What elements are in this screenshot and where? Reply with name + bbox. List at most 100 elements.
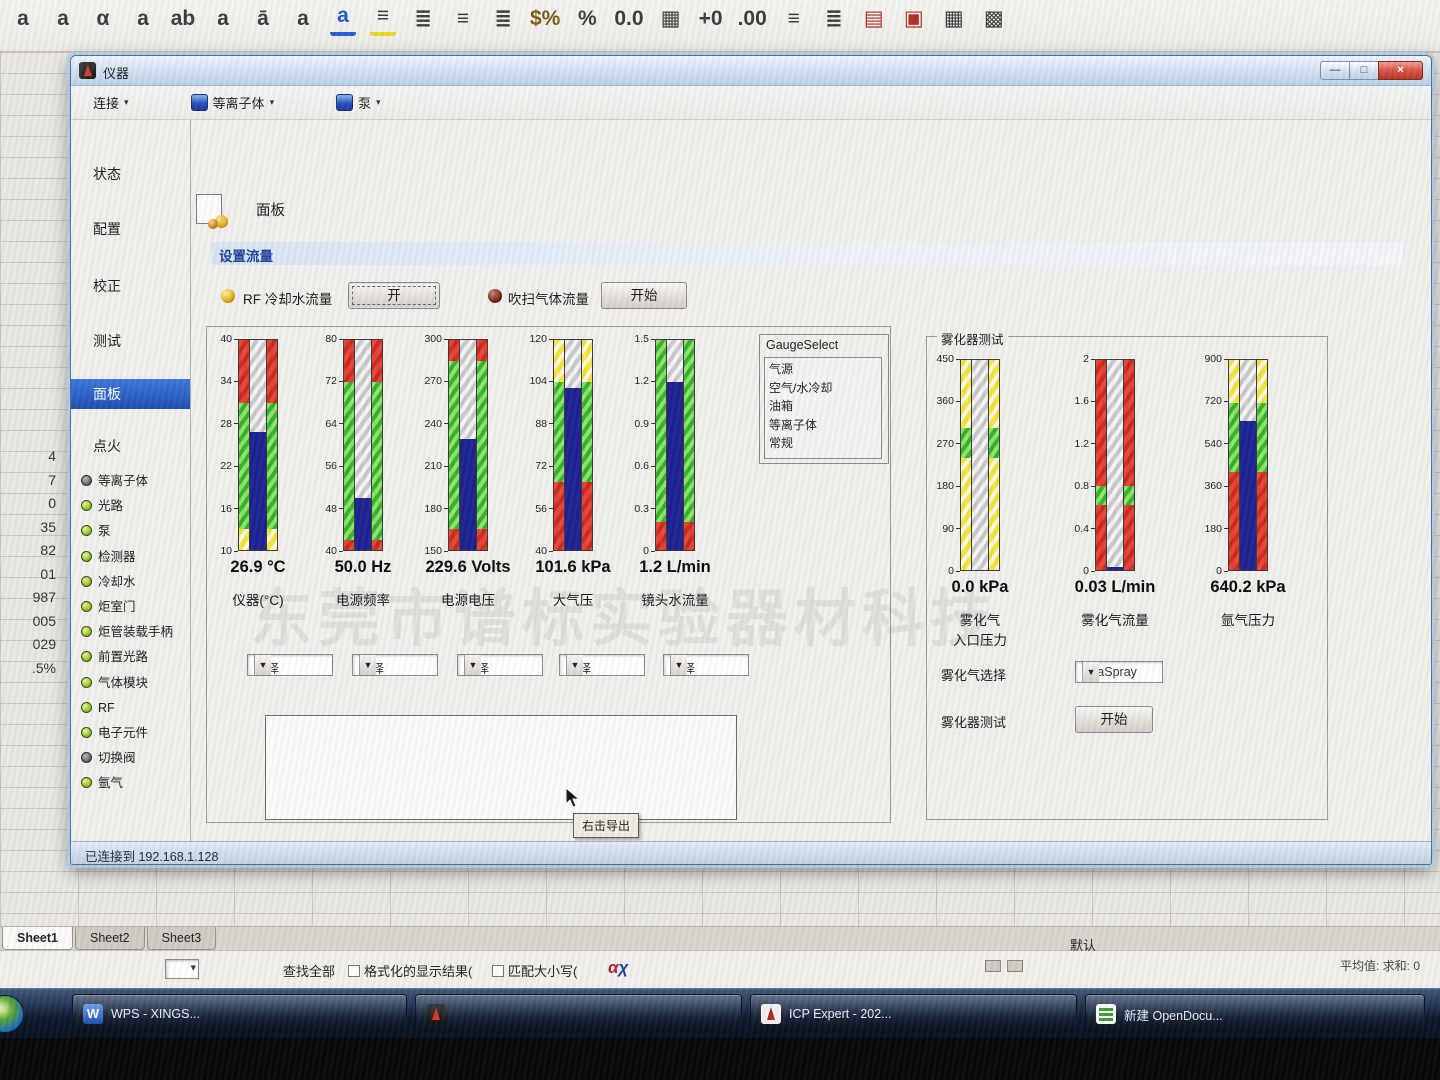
gauge-select-item[interactable]: 等离子体 bbox=[769, 416, 877, 435]
axis-tick-label: 360 bbox=[1198, 480, 1222, 492]
taskbar-button-0[interactable]: WWPS - XINGS... bbox=[72, 994, 407, 1034]
neb-test-start-button[interactable]: 开始 bbox=[1075, 706, 1153, 733]
find-alpha-icon[interactable]: αχ bbox=[608, 958, 628, 978]
toolbar-icon[interactable]: a bbox=[290, 0, 316, 36]
sidebar-item-5[interactable]: 点火 bbox=[71, 431, 191, 461]
purge-start-button[interactable]: 开始 bbox=[601, 282, 687, 309]
toolbar-icon[interactable]: .00 bbox=[738, 0, 767, 36]
toolbar-icon[interactable]: a bbox=[330, 0, 356, 36]
close-button[interactable]: × bbox=[1378, 61, 1423, 80]
toolbar-icon[interactable]: ā bbox=[250, 0, 276, 36]
status-list-item[interactable]: 冷却水 bbox=[81, 570, 189, 594]
sheet-tab[interactable]: Sheet2 bbox=[75, 927, 145, 950]
sidebar-item-4[interactable]: 面板 bbox=[71, 379, 191, 409]
minimize-button[interactable]: — bbox=[1320, 61, 1349, 80]
gauge-select-combo-3[interactable]: 选择▼ bbox=[559, 654, 645, 676]
chevron-down-icon: ▼ bbox=[359, 655, 376, 675]
export-box[interactable] bbox=[265, 715, 737, 820]
toolbar-icon[interactable]: ab bbox=[170, 0, 196, 36]
sidebar-item-0[interactable]: 状态 bbox=[71, 159, 191, 189]
toolbar-icon[interactable]: ▦ bbox=[658, 0, 684, 36]
excel-cell-value: 987 bbox=[0, 589, 60, 605]
gauge-fill bbox=[1107, 567, 1123, 570]
titlebar[interactable]: 仪器 — □ × bbox=[71, 56, 1431, 86]
status-list-item[interactable]: 等离子体 bbox=[81, 469, 189, 493]
axis-tick-label: 270 bbox=[418, 375, 442, 387]
toolbar-icon[interactable]: ▩ bbox=[981, 0, 1007, 36]
menu-pump[interactable]: 泵▾ bbox=[328, 89, 389, 116]
taskbar-button-2[interactable]: ICP Expert - 202... bbox=[750, 994, 1077, 1034]
toolbar-icon[interactable]: ▤ bbox=[861, 0, 887, 36]
excel-cell-value: 35 bbox=[0, 519, 60, 535]
toolbar-icon[interactable]: ≣ bbox=[821, 0, 847, 36]
toolbar-icon[interactable]: ≣ bbox=[410, 0, 436, 36]
toolbar-icon[interactable]: a bbox=[50, 0, 76, 36]
toolbar-icon[interactable]: ▦ bbox=[941, 0, 967, 36]
rf-on-button[interactable]: 开 bbox=[348, 282, 440, 309]
gauge-select-combo-4[interactable]: 选择▼ bbox=[663, 654, 749, 676]
toolbar-icon[interactable]: ≣ bbox=[490, 0, 516, 36]
status-list-item[interactable]: 炬管装载手柄 bbox=[81, 620, 189, 644]
toolbar-icon[interactable]: 0.0 bbox=[614, 0, 643, 36]
status-list-item[interactable]: 氩气 bbox=[81, 771, 189, 795]
toolbar-icon[interactable]: +0 bbox=[698, 0, 724, 36]
toolbar-icon[interactable]: ≡ bbox=[370, 0, 396, 36]
toolbar-icon[interactable]: a bbox=[210, 0, 236, 36]
status-list-item[interactable]: 电子元件 bbox=[81, 721, 189, 745]
toolbar-icon[interactable]: α bbox=[90, 0, 116, 36]
sheet-tab[interactable]: Sheet1 bbox=[2, 927, 73, 950]
taskbar-button-3[interactable]: 新建 OpenDocu... bbox=[1085, 994, 1425, 1034]
status-list-item[interactable]: 光路 bbox=[81, 494, 189, 518]
status-list-item[interactable]: 前置光路 bbox=[81, 645, 189, 669]
excel-summary: 平均值: 求和: 0 bbox=[1340, 957, 1420, 974]
find-dropdown[interactable] bbox=[165, 959, 199, 979]
axis-tick-label: 34 bbox=[208, 375, 232, 387]
toolbar-icon[interactable]: a bbox=[10, 0, 36, 36]
window-statusbar: 已连接到 192.168.1.128 bbox=[71, 841, 1431, 864]
gauge-select-item[interactable]: 空气/水冷却 bbox=[769, 379, 877, 398]
sheet-tab[interactable]: Sheet3 bbox=[147, 927, 217, 950]
toolbar-icon[interactable]: ≡ bbox=[450, 0, 476, 36]
gauge-select-item[interactable]: 气源 bbox=[769, 360, 877, 379]
screen: aaαaabaāaa≡≣≡≣$%%0.0▦+0.00≡≣▤▣▦▩ 4703582… bbox=[0, 0, 1440, 1080]
gauge-select-combo-2[interactable]: 选择▼ bbox=[457, 654, 543, 676]
toolbar-icon[interactable]: $% bbox=[530, 0, 560, 36]
gauge-select-combo-0[interactable]: 选择▼ bbox=[247, 654, 333, 676]
main-gauge-group: GaugeSelect 气源空气/水冷却油箱等离子体常规 选择▼选择▼选择▼选择… bbox=[206, 326, 891, 823]
sidebar-item-1[interactable]: 配置 bbox=[71, 214, 191, 244]
toolbar-icon[interactable]: a bbox=[130, 0, 156, 36]
gauge-select-item[interactable]: 常规 bbox=[769, 434, 877, 453]
toolbar-icon[interactable]: ≡ bbox=[781, 0, 807, 36]
match-case-checkbox[interactable]: 匹配大小写( bbox=[492, 961, 577, 980]
view-toggle-icons[interactable] bbox=[985, 960, 1023, 972]
axis-tick-label: 28 bbox=[208, 418, 232, 430]
sidebar-item-2[interactable]: 校正 bbox=[71, 271, 191, 301]
gauge-zone bbox=[1257, 360, 1267, 403]
formatted-results-checkbox[interactable]: 格式化的显示结果( bbox=[348, 961, 472, 980]
taskbar-button-1[interactable] bbox=[415, 994, 742, 1034]
gauge-select-list[interactable]: 气源空气/水冷却油箱等离子体常规 bbox=[764, 357, 882, 459]
sidebar-item-3[interactable]: 测试 bbox=[71, 326, 191, 356]
start-button[interactable] bbox=[0, 995, 24, 1033]
status-list-item[interactable]: 切换阀 bbox=[81, 746, 189, 770]
menu-connect[interactable]: 连接▾ bbox=[85, 89, 137, 116]
gauge-select-combo-1[interactable]: 选择▼ bbox=[352, 654, 438, 676]
neb-gas-combo[interactable]: SeaSpray ▼ bbox=[1075, 661, 1163, 683]
status-list-item[interactable]: 泵 bbox=[81, 519, 189, 543]
status-list-item[interactable]: RF bbox=[81, 696, 189, 720]
status-list-item[interactable]: 检测器 bbox=[81, 545, 189, 569]
gauge-fill bbox=[460, 439, 476, 550]
status-dot-icon bbox=[81, 727, 92, 738]
menu-plasma[interactable]: 等离子体▾ bbox=[183, 89, 283, 116]
axis-tick-label: 40 bbox=[313, 545, 337, 557]
status-list-item[interactable]: 炬室门 bbox=[81, 595, 189, 619]
find-all-button[interactable]: 查找全部 bbox=[283, 961, 335, 980]
toolbar-icon[interactable]: % bbox=[574, 0, 600, 36]
maximize-button[interactable]: □ bbox=[1349, 61, 1378, 80]
excel-toolbar: aaαaabaāaa≡≣≡≣$%%0.0▦+0.00≡≣▤▣▦▩ bbox=[0, 0, 1440, 52]
status-list-item[interactable]: 气体模块 bbox=[81, 671, 189, 695]
chevron-down-icon: ▼ bbox=[670, 655, 687, 675]
gauge-zone bbox=[582, 382, 592, 482]
gauge-select-item[interactable]: 油箱 bbox=[769, 397, 877, 416]
toolbar-icon[interactable]: ▣ bbox=[901, 0, 927, 36]
